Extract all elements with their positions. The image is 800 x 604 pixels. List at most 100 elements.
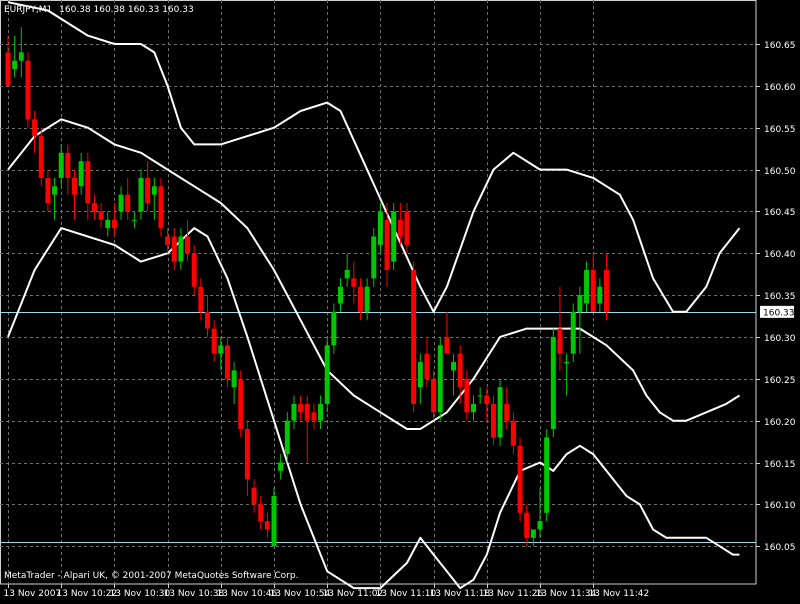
- candle: [344, 253, 350, 287]
- candle: [604, 253, 609, 321]
- candle-body: [517, 445, 523, 513]
- candle: [457, 345, 463, 404]
- candle-body: [78, 161, 84, 187]
- candle-body: [5, 52, 11, 86]
- candle: [490, 395, 496, 446]
- candle: [158, 177, 164, 237]
- candle: [564, 353, 570, 396]
- plot-frame: [0, 0, 757, 585]
- x-tick-label: 13 Nov 11:26: [483, 589, 544, 599]
- candle: [32, 110, 38, 153]
- candle-body: [451, 362, 457, 371]
- candle: [118, 186, 124, 220]
- candle-body: [590, 269, 596, 312]
- candle-body: [131, 219, 137, 221]
- candle-body: [45, 177, 51, 204]
- candle: [151, 177, 157, 220]
- candle: [298, 395, 304, 421]
- candle-body: [18, 52, 24, 61]
- candle-body: [105, 219, 111, 229]
- y-tick-label: 160.30: [764, 334, 796, 344]
- y-tick-label: 160.60: [764, 83, 796, 93]
- y-tick-label: 160.40: [764, 250, 796, 260]
- candle: [145, 161, 151, 212]
- candle: [544, 429, 550, 522]
- candle: [65, 144, 71, 195]
- candle: [497, 378, 503, 446]
- candle: [18, 27, 24, 78]
- x-tick-label: 13 Nov 11:42: [589, 589, 650, 599]
- candle-body: [464, 378, 470, 413]
- candle-body: [331, 311, 337, 346]
- candle: [231, 362, 237, 404]
- candle: [444, 311, 450, 354]
- candle: [25, 52, 31, 128]
- candle-body: [357, 286, 363, 312]
- candle: [78, 152, 84, 195]
- y-tick-label: 160.25: [764, 376, 796, 386]
- candle-body: [25, 60, 31, 120]
- candle: [471, 395, 476, 421]
- candle: [437, 336, 443, 421]
- candle: [138, 169, 144, 220]
- x-tick-label: 13 Nov 10:30: [110, 589, 171, 599]
- candle-body: [544, 437, 550, 513]
- candle-body: [224, 345, 230, 379]
- x-tick-label: 13 Nov 11:18: [430, 589, 491, 599]
- candle-body: [584, 269, 590, 304]
- candle-body: [191, 253, 197, 287]
- candles: [5, 27, 609, 547]
- candle: [178, 228, 184, 270]
- symbol-timeframe: EURJPY,M1: [4, 5, 52, 15]
- candle-body: [284, 420, 290, 455]
- candle: [577, 286, 583, 354]
- candle-body: [165, 236, 171, 245]
- candle: [291, 395, 297, 430]
- candle: [550, 328, 556, 438]
- candle-body: [504, 403, 510, 421]
- candle-body: [344, 269, 350, 279]
- x-tick-label: 13 Nov 11:10: [376, 589, 437, 599]
- candle-body: [318, 403, 324, 421]
- candle: [258, 495, 264, 530]
- y-tick-label: 160.20: [764, 418, 796, 428]
- candle-body: [291, 403, 297, 421]
- candle-body: [471, 403, 476, 413]
- candle-body: [298, 403, 304, 413]
- candle-body: [98, 211, 104, 220]
- candle-body: [604, 269, 609, 312]
- ohlc-values: 160.38 160.38 160.33 160.33: [59, 5, 194, 15]
- candle: [211, 320, 217, 363]
- candle-body: [484, 395, 490, 404]
- candle-body: [537, 521, 543, 530]
- candle-body: [391, 211, 397, 262]
- candle-body: [111, 219, 117, 229]
- candle: [91, 194, 97, 220]
- x-tick-label: 13 Nov 10:46: [217, 589, 278, 599]
- candle-body: [91, 203, 97, 212]
- candle: [38, 127, 44, 187]
- candle: [570, 303, 576, 363]
- candle: [304, 395, 310, 463]
- candle-body: [524, 512, 530, 538]
- price-chart[interactable]: 160.05 160.10 160.15 160.20 160.25 160.30 160.…: [0, 0, 800, 600]
- candle-body: [510, 420, 516, 446]
- x-tick-label: 13 Nov 10:22: [57, 589, 118, 599]
- candle-body: [304, 403, 310, 421]
- candle-body: [198, 286, 204, 312]
- price-chart-svg[interactable]: 160.05 160.10 160.15 160.20 160.25 160.30 160.…: [0, 0, 800, 600]
- candle-body: [564, 362, 570, 364]
- candle: [484, 387, 490, 421]
- candle-body: [145, 177, 151, 204]
- candle: [165, 228, 171, 254]
- candle: [331, 303, 337, 354]
- candle: [5, 35, 11, 86]
- candle-body: [85, 161, 91, 204]
- y-tick-label: 160.15: [764, 460, 796, 470]
- time-axis: 13 Nov 200713 Nov 10:2213 Nov 10:3013 No…: [4, 584, 650, 599]
- candle-body: [185, 236, 191, 254]
- y-tick-label: 160.35: [764, 292, 796, 302]
- candle-body: [377, 211, 383, 245]
- candle-body: [351, 278, 357, 287]
- candle-body: [271, 495, 277, 547]
